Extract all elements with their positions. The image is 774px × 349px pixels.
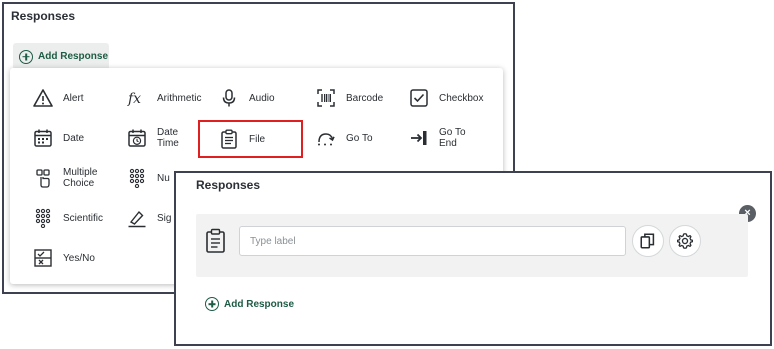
plus-circle-icon xyxy=(19,49,33,64)
checkbox-icon xyxy=(408,87,430,109)
menu-item-label: Barcode xyxy=(346,92,384,104)
svg-text:fx: fx xyxy=(127,91,141,107)
menu-item-label: File xyxy=(249,133,266,145)
menu-item-date-time[interactable]: Date Time xyxy=(126,122,179,154)
menu-item-barcode[interactable]: Barcode xyxy=(315,82,383,114)
menu-item-label: Nu xyxy=(157,172,170,184)
signature-icon xyxy=(126,207,148,229)
barcode-icon xyxy=(315,87,337,109)
menu-item-audio[interactable]: Audio xyxy=(218,82,275,114)
plus-circle-icon xyxy=(205,297,219,311)
file-clipboard-icon xyxy=(205,228,227,254)
menu-item-number[interactable]: Nu xyxy=(126,162,170,194)
calendar-icon xyxy=(32,127,54,149)
menu-item-label: Audio xyxy=(249,92,275,104)
panel-title: Responses xyxy=(196,178,261,192)
alert-triangle-icon xyxy=(32,87,54,109)
menu-item-date[interactable]: Date xyxy=(32,122,84,154)
go-to-arrow-icon xyxy=(315,127,337,149)
menu-item-go-to-end[interactable]: Go To End xyxy=(408,122,466,154)
menu-item-label: Date xyxy=(63,132,85,144)
calendar-clock-icon xyxy=(126,127,148,149)
gear-icon xyxy=(676,233,694,249)
menu-item-label: Go To End xyxy=(439,127,466,149)
multiple-choice-icon xyxy=(32,167,54,189)
add-response-label: Add Response xyxy=(224,298,295,310)
menu-item-file-highlight[interactable]: File xyxy=(198,120,303,158)
copy-icon xyxy=(640,233,655,249)
menu-item-label: Yes/No xyxy=(63,252,95,264)
menu-item-signature[interactable]: Sig xyxy=(126,202,171,234)
number-grid-icon xyxy=(126,167,148,189)
menu-item-alert[interactable]: Alert xyxy=(32,82,84,114)
menu-item-label: Checkbox xyxy=(439,92,484,104)
menu-item-label: Arithmetic xyxy=(157,92,202,104)
file-clipboard-icon xyxy=(218,128,240,150)
responses-panel-front: Responses × Add Response xyxy=(174,171,772,346)
menu-item-label: Sig xyxy=(157,212,172,224)
settings-button[interactable] xyxy=(669,225,701,257)
menu-item-multiple-choice[interactable]: Multiple Choice xyxy=(32,162,97,194)
menu-item-checkbox[interactable]: Checkbox xyxy=(408,82,483,114)
scientific-keypad-icon xyxy=(32,207,54,229)
menu-item-yes-no[interactable]: Yes/No xyxy=(32,242,95,274)
panel-title: Responses xyxy=(11,9,76,23)
menu-item-label: Alert xyxy=(63,92,84,104)
duplicate-button[interactable] xyxy=(632,225,664,257)
function-fx-icon: fx xyxy=(126,87,148,109)
menu-item-scientific[interactable]: Scientific xyxy=(32,202,103,234)
menu-item-file[interactable]: File xyxy=(218,123,265,155)
add-response-label: Add Response xyxy=(38,51,109,62)
go-to-end-icon xyxy=(408,127,430,149)
menu-item-label: Go To xyxy=(346,132,373,144)
response-row xyxy=(196,214,748,277)
menu-item-label: Scientific xyxy=(63,212,104,224)
response-label-input[interactable] xyxy=(239,226,626,256)
menu-item-label: Multiple Choice xyxy=(63,167,98,189)
menu-item-label: Date Time xyxy=(157,127,179,149)
menu-item-arithmetic[interactable]: fx Arithmetic xyxy=(126,82,201,114)
menu-item-go-to[interactable]: Go To xyxy=(315,122,373,154)
microphone-icon xyxy=(218,87,240,109)
add-response-button[interactable]: Add Response xyxy=(13,43,109,70)
yes-no-icon xyxy=(32,247,54,269)
add-response-button[interactable]: Add Response xyxy=(205,297,294,311)
